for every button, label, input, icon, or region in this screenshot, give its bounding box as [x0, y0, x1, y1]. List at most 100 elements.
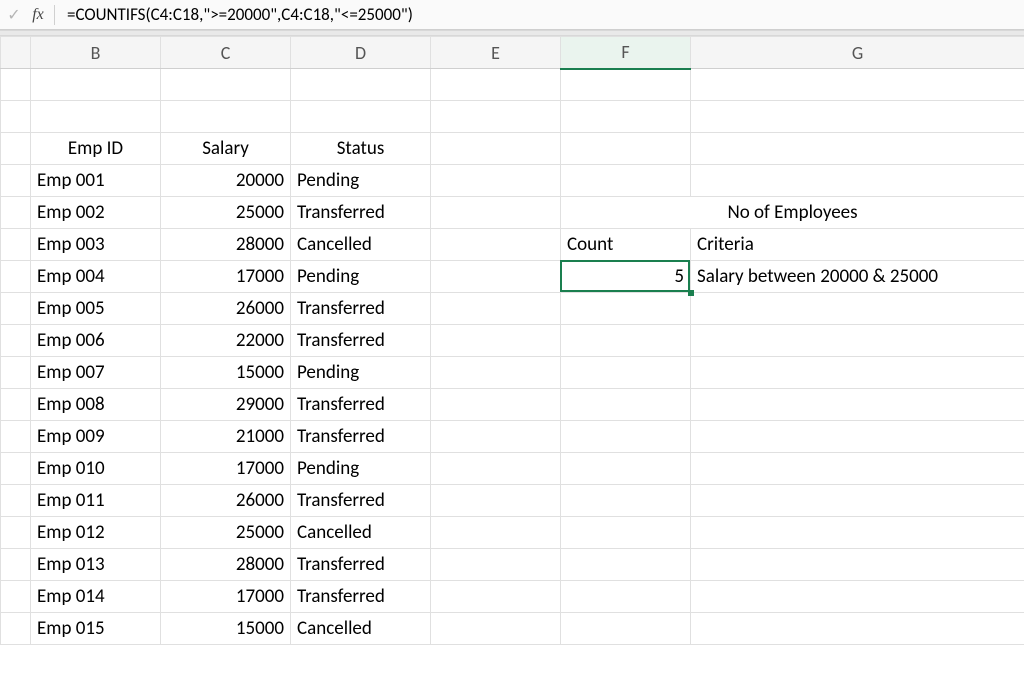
cell-empid[interactable]: Emp 014 — [31, 581, 161, 613]
cell[interactable] — [431, 133, 561, 165]
cell[interactable] — [691, 453, 1024, 485]
cell[interactable] — [431, 389, 561, 421]
cell[interactable] — [161, 101, 291, 133]
cell[interactable] — [561, 485, 691, 517]
cell[interactable] — [431, 165, 561, 197]
cell-salary[interactable]: 21000 — [161, 421, 291, 453]
cell-status[interactable]: Transferred — [291, 485, 431, 517]
cell-empid[interactable]: Emp 006 — [31, 325, 161, 357]
cell-empid[interactable]: Emp 008 — [31, 389, 161, 421]
cell[interactable] — [561, 421, 691, 453]
cell[interactable] — [561, 357, 691, 389]
cell-empid[interactable]: Emp 012 — [31, 517, 161, 549]
cell-status[interactable]: Transferred — [291, 197, 431, 229]
cell-status[interactable]: Transferred — [291, 549, 431, 581]
corner-cell[interactable] — [1, 37, 31, 69]
summary-count-value[interactable]: 5 — [561, 261, 691, 293]
cell-empid[interactable]: Emp 002 — [31, 197, 161, 229]
cell[interactable] — [691, 613, 1024, 645]
cell-empid[interactable]: Emp 001 — [31, 165, 161, 197]
cell[interactable] — [691, 517, 1024, 549]
cell-status[interactable]: Transferred — [291, 293, 431, 325]
cell[interactable] — [561, 325, 691, 357]
row-stub[interactable] — [1, 101, 31, 133]
cell[interactable] — [431, 421, 561, 453]
formula-input[interactable] — [63, 3, 1018, 26]
cell-status[interactable]: Cancelled — [291, 613, 431, 645]
confirm-check-icon[interactable]: ✓ — [6, 5, 22, 25]
cell[interactable] — [431, 517, 561, 549]
cell[interactable] — [691, 69, 1024, 101]
cell[interactable] — [291, 69, 431, 101]
cell-status[interactable]: Transferred — [291, 389, 431, 421]
cell[interactable] — [431, 549, 561, 581]
row-stub[interactable] — [1, 165, 31, 197]
cell[interactable] — [431, 261, 561, 293]
cell[interactable] — [561, 453, 691, 485]
row-stub[interactable] — [1, 357, 31, 389]
cell-status[interactable]: Cancelled — [291, 517, 431, 549]
cell-salary[interactable]: 26000 — [161, 485, 291, 517]
col-header-C[interactable]: C — [161, 37, 291, 69]
row-stub[interactable] — [1, 517, 31, 549]
cell-status[interactable]: Transferred — [291, 581, 431, 613]
cell-salary[interactable]: 22000 — [161, 325, 291, 357]
cell[interactable] — [431, 101, 561, 133]
cell-salary[interactable]: 28000 — [161, 549, 291, 581]
row-stub[interactable] — [1, 197, 31, 229]
summary-criteria-value[interactable]: Salary between 20000 & 25000 — [691, 261, 1024, 293]
cell[interactable] — [691, 133, 1024, 165]
col-header-D[interactable]: D — [291, 37, 431, 69]
row-stub[interactable] — [1, 261, 31, 293]
cell[interactable] — [691, 581, 1024, 613]
row-stub[interactable] — [1, 133, 31, 165]
cell[interactable] — [561, 613, 691, 645]
col-header-B[interactable]: B — [31, 37, 161, 69]
cell-status[interactable]: Pending — [291, 165, 431, 197]
cell[interactable] — [691, 357, 1024, 389]
row-stub[interactable] — [1, 613, 31, 645]
cell[interactable] — [431, 581, 561, 613]
col-header-G[interactable]: G — [691, 37, 1024, 69]
cell-empid[interactable]: Emp 015 — [31, 613, 161, 645]
cell[interactable] — [691, 101, 1024, 133]
cell-empid[interactable]: Emp 009 — [31, 421, 161, 453]
cell[interactable] — [561, 581, 691, 613]
cell[interactable] — [31, 101, 161, 133]
cell-salary[interactable]: 17000 — [161, 261, 291, 293]
cell[interactable] — [561, 101, 691, 133]
cell-salary[interactable]: 15000 — [161, 613, 291, 645]
table-header-empid[interactable]: Emp ID — [31, 133, 161, 165]
cell-empid[interactable]: Emp 010 — [31, 453, 161, 485]
col-header-E[interactable]: E — [431, 37, 561, 69]
cell[interactable] — [431, 69, 561, 101]
spreadsheet-grid[interactable]: B C D E F G Emp ID Salary Status Emp 001… — [0, 36, 1024, 645]
cell-empid[interactable]: Emp 013 — [31, 549, 161, 581]
row-stub[interactable] — [1, 421, 31, 453]
cell-salary[interactable]: 15000 — [161, 357, 291, 389]
cell-salary[interactable]: 17000 — [161, 453, 291, 485]
cell[interactable] — [431, 325, 561, 357]
cell[interactable] — [561, 549, 691, 581]
row-stub[interactable] — [1, 229, 31, 261]
cell-empid[interactable]: Emp 003 — [31, 229, 161, 261]
summary-criteria-header[interactable]: Criteria — [691, 229, 1024, 261]
cell[interactable] — [431, 229, 561, 261]
cell[interactable] — [31, 69, 161, 101]
cell-empid[interactable]: Emp 005 — [31, 293, 161, 325]
cell[interactable] — [561, 69, 691, 101]
cell-status[interactable]: Transferred — [291, 325, 431, 357]
cell[interactable] — [561, 293, 691, 325]
row-stub[interactable] — [1, 549, 31, 581]
table-header-salary[interactable]: Salary — [161, 133, 291, 165]
cell-salary[interactable]: 20000 — [161, 165, 291, 197]
cell-status[interactable]: Pending — [291, 357, 431, 389]
cell[interactable] — [691, 325, 1024, 357]
row-stub[interactable] — [1, 69, 31, 101]
cell[interactable] — [431, 485, 561, 517]
cell[interactable] — [691, 549, 1024, 581]
cell-salary[interactable]: 29000 — [161, 389, 291, 421]
cell-status[interactable]: Transferred — [291, 421, 431, 453]
cell[interactable] — [691, 485, 1024, 517]
cell-salary[interactable]: 25000 — [161, 517, 291, 549]
